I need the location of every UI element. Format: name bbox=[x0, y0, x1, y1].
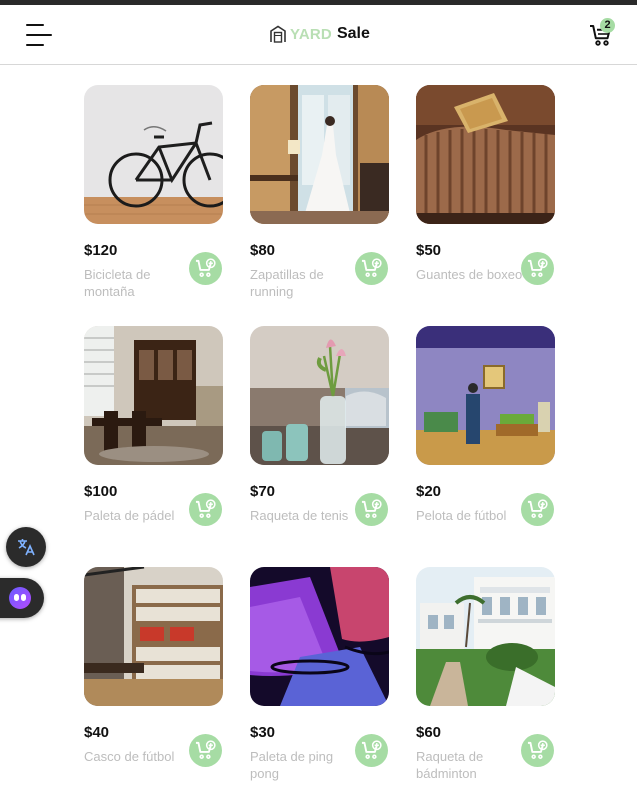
add-to-cart-button[interactable] bbox=[189, 252, 222, 285]
product-price: $80 bbox=[250, 242, 276, 259]
add-to-cart-button[interactable] bbox=[189, 493, 222, 526]
product-name: Casco de fútbol bbox=[84, 749, 175, 764]
product-name: Raqueta de tenis bbox=[250, 508, 349, 523]
add-to-cart-button[interactable] bbox=[355, 493, 388, 526]
add-to-cart-icon bbox=[361, 740, 382, 759]
app-header: YARD Sale 2 bbox=[0, 5, 637, 65]
product-image-bicycle[interactable] bbox=[84, 85, 223, 224]
product-price: $50 bbox=[416, 242, 442, 259]
product-price: $60 bbox=[416, 724, 442, 741]
product-name: Zapatillas de running bbox=[250, 267, 324, 299]
product-card[interactable]: $120 Bicicleta de montaña bbox=[84, 85, 224, 326]
translate-icon bbox=[18, 539, 35, 556]
product-name: Raqueta de bádminton bbox=[416, 749, 484, 781]
add-to-cart-button[interactable] bbox=[521, 493, 554, 526]
product-image-purple-lampshades[interactable] bbox=[250, 567, 389, 706]
add-to-cart-icon bbox=[527, 499, 548, 518]
product-price: $70 bbox=[250, 483, 276, 500]
assistant-widget-button[interactable] bbox=[0, 578, 44, 618]
add-to-cart-icon bbox=[527, 258, 548, 277]
add-to-cart-icon bbox=[361, 258, 382, 277]
add-to-cart-button[interactable] bbox=[521, 252, 554, 285]
add-to-cart-icon bbox=[195, 740, 216, 759]
product-price: $20 bbox=[416, 483, 442, 500]
product-name: Paleta de pádel bbox=[84, 508, 175, 523]
translate-widget-button[interactable] bbox=[6, 527, 46, 567]
app-logo[interactable]: YARD Sale bbox=[269, 23, 370, 45]
add-to-cart-button[interactable] bbox=[355, 252, 388, 285]
barn-icon bbox=[270, 25, 286, 43]
add-to-cart-button[interactable] bbox=[355, 734, 388, 767]
product-card[interactable]: $80 Zapatillas de running bbox=[250, 85, 390, 326]
add-to-cart-icon bbox=[195, 258, 216, 277]
hamburger-menu-icon[interactable] bbox=[26, 24, 52, 46]
product-card[interactable]: $20 Pelota de fútbol bbox=[416, 326, 556, 567]
product-image-bookshelf-office[interactable] bbox=[84, 567, 223, 706]
cart-count-badge: 2 bbox=[600, 18, 615, 33]
logo-sale-text: Sale bbox=[336, 25, 370, 42]
product-card[interactable]: $30 Paleta de ping pong bbox=[250, 567, 390, 790]
product-image-white-house[interactable] bbox=[416, 567, 555, 706]
product-price: $120 bbox=[84, 242, 118, 259]
add-to-cart-button[interactable] bbox=[189, 734, 222, 767]
product-image-tulip-vase[interactable] bbox=[250, 326, 389, 465]
product-grid: $120 Bicicleta de montaña $80 Zapatillas… bbox=[84, 85, 556, 790]
product-name: Pelota de fútbol bbox=[416, 508, 507, 523]
product-name: Guantes de boxeo bbox=[416, 267, 523, 282]
product-price: $40 bbox=[84, 724, 110, 741]
add-to-cart-icon bbox=[361, 499, 382, 518]
assistant-bot-icon bbox=[9, 587, 31, 609]
add-to-cart-icon bbox=[195, 499, 216, 518]
product-card[interactable]: $70 Raqueta de tenis bbox=[250, 326, 390, 567]
product-name: Paleta de ping pong bbox=[250, 749, 334, 781]
logo-yard-text: YARD bbox=[290, 25, 332, 43]
product-price: $100 bbox=[84, 483, 118, 500]
product-card[interactable]: $100 Paleta de pádel bbox=[84, 326, 224, 567]
product-image-wedding-dress[interactable] bbox=[250, 85, 389, 224]
product-card[interactable]: $60 Raqueta de bádminton bbox=[416, 567, 556, 790]
product-image-dining-room[interactable] bbox=[84, 326, 223, 465]
product-image-striped-sofa[interactable] bbox=[416, 85, 555, 224]
product-card[interactable]: $40 Casco de fútbol bbox=[84, 567, 224, 790]
product-card[interactable]: $50 Guantes de boxeo bbox=[416, 85, 556, 326]
shopping-cart-button[interactable]: 2 bbox=[589, 17, 617, 49]
product-name: Bicicleta de montaña bbox=[84, 267, 151, 299]
add-to-cart-icon bbox=[527, 740, 548, 759]
add-to-cart-button[interactable] bbox=[521, 734, 554, 767]
product-image-purple-living-room[interactable] bbox=[416, 326, 555, 465]
product-price: $30 bbox=[250, 724, 276, 741]
